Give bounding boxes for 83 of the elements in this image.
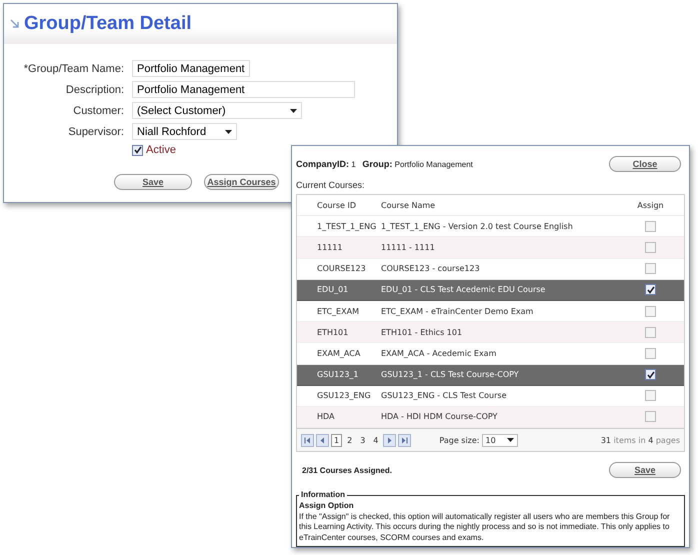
table-cell-text: EXAM_ACA - Acedemic Exam xyxy=(381,348,498,358)
field-label: *Group/Team Name: xyxy=(22,62,124,74)
window-title: Group/Team Detail xyxy=(24,13,192,35)
last-page-button[interactable] xyxy=(398,434,412,447)
check-icon xyxy=(646,286,654,294)
table-cell-text: ETH101 - Ethics 101 xyxy=(381,328,464,337)
check-icon xyxy=(134,146,142,154)
caret-icon xyxy=(506,438,514,442)
table-cell-text: ETH101 xyxy=(316,328,350,337)
table-row[interactable]: EDU_01 EDU_01 - CLS Test Acedemic EDU Course xyxy=(297,280,684,301)
table-cell-text: HDA - HDI HDM Course-COPY xyxy=(381,412,498,422)
assign-checkbox[interactable] xyxy=(645,390,656,402)
panel-legend: Information xyxy=(299,490,347,501)
checkbox-label: Active xyxy=(146,144,176,156)
assigned-count: 2/31 Courses Assigned. xyxy=(302,466,392,475)
caret-icon xyxy=(290,108,297,112)
section-label: Current Courses: xyxy=(296,180,366,190)
group-info: CompanyID: 1 Group: Portfolio Management xyxy=(296,159,473,169)
table-cell-text: EXAM_ACA xyxy=(316,348,362,358)
table-cell-text: HDA xyxy=(316,412,336,422)
input-field[interactable]: Portfolio Management xyxy=(132,60,250,77)
table-cell-text: ETC_EXAM - eTrainCenter Demo Exam xyxy=(381,306,534,316)
table-cell-text: COURSE123 xyxy=(316,264,367,274)
save-button[interactable]: Save xyxy=(114,174,192,190)
table-row[interactable]: GSU123_ENG GSU123_ENG - CLS Test Course xyxy=(297,386,684,407)
close-button[interactable]: Close xyxy=(609,156,681,172)
page-size-dropdown[interactable]: 10 xyxy=(482,434,518,447)
active-checkbox[interactable] xyxy=(132,144,143,156)
page-link[interactable]: 1 xyxy=(331,434,342,447)
dropdown[interactable]: (Select Customer) xyxy=(132,102,302,119)
column-header: Course ID xyxy=(316,200,357,210)
skip-left-icon xyxy=(304,436,311,444)
dropdown[interactable]: Niall Rochford xyxy=(132,123,237,140)
table-row[interactable]: 11111 11111 - 1111 xyxy=(297,237,684,259)
table-cell-text: 1_TEST_1_ENG - Version 2.0 test Course English xyxy=(381,222,574,231)
assign-courses-button[interactable]: Assign Courses xyxy=(204,174,279,190)
assign-checkbox[interactable] xyxy=(645,284,656,296)
info-heading: Assign Option xyxy=(299,500,354,510)
table-cell-text: GSU123_ENG xyxy=(316,391,372,400)
assign-checkbox[interactable] xyxy=(645,220,656,232)
table-cell-text: GSU123_ENG - CLS Test Course xyxy=(381,391,508,400)
field-label: Customer: xyxy=(72,104,124,116)
next-page-button[interactable] xyxy=(383,434,396,447)
table-cell-text: 11111 xyxy=(316,242,344,252)
table-cell-text: COURSE123 - course123 xyxy=(381,264,481,274)
page-link[interactable]: 4 xyxy=(370,434,382,447)
assign-checkbox[interactable] xyxy=(645,411,656,422)
field-label: Description: xyxy=(64,84,124,96)
assign-checkbox[interactable] xyxy=(645,326,656,338)
assign-checkbox[interactable] xyxy=(645,369,656,380)
previous-page-button[interactable] xyxy=(316,434,329,447)
check-icon xyxy=(646,370,654,379)
assign-checkbox[interactable] xyxy=(645,242,656,253)
page-link[interactable]: 3 xyxy=(357,434,368,447)
skip-right-icon xyxy=(401,436,408,444)
table-row[interactable]: COURSE123 COURSE123 - course123 xyxy=(297,258,684,280)
right-icon xyxy=(386,436,394,444)
table-row[interactable]: HDA HDA - HDI HDM Course-COPY xyxy=(297,406,684,428)
page-link[interactable]: 2 xyxy=(344,434,356,447)
table-cell-text: 11111 - 1111 xyxy=(381,242,436,252)
assign-checkbox[interactable] xyxy=(645,306,656,317)
first-page-button[interactable] xyxy=(301,434,314,447)
field-label: Supervisor: xyxy=(67,126,124,138)
table-cell-text: GSU123_1 xyxy=(316,370,360,380)
table-cell-text: EDU_01 xyxy=(316,285,350,294)
caret-icon xyxy=(225,130,232,134)
input-field[interactable]: Portfolio Management xyxy=(132,81,355,98)
table-cell-text: GSU123_1 - CLS Test Course-COPY xyxy=(381,370,520,380)
table-cell-text: EDU_01 - CLS Test Acedemic EDU Course xyxy=(381,285,546,294)
assign-checkbox[interactable] xyxy=(645,263,656,274)
table-row[interactable]: GSU123_1 GSU123_1 - CLS Test Course-COPY xyxy=(297,364,684,386)
table-cell-text: ETC_EXAM xyxy=(316,306,360,316)
table-cell-text: 1_TEST_1_ENG xyxy=(316,222,378,231)
assign-checkbox[interactable] xyxy=(645,348,656,359)
page-size-label: Page size: xyxy=(439,436,480,445)
column-header: Course Name xyxy=(381,200,436,210)
table-row[interactable]: ETH101 ETH101 - Ethics 101 xyxy=(297,322,684,344)
save-button[interactable]: Save xyxy=(609,462,681,478)
arrow-icon xyxy=(10,19,20,29)
items-summary: 31 items in 4 pages xyxy=(600,436,680,445)
info-text: If the "Assign" is checked, this option will automatically register all users who are members this Group for this Learning Activity. This occurs during the nightly process and so is not immediate. This only applies to eTrainCenter courses, SCORM courses and exams. xyxy=(299,512,671,544)
left-icon xyxy=(319,436,326,444)
column-header: Assign xyxy=(636,200,665,210)
